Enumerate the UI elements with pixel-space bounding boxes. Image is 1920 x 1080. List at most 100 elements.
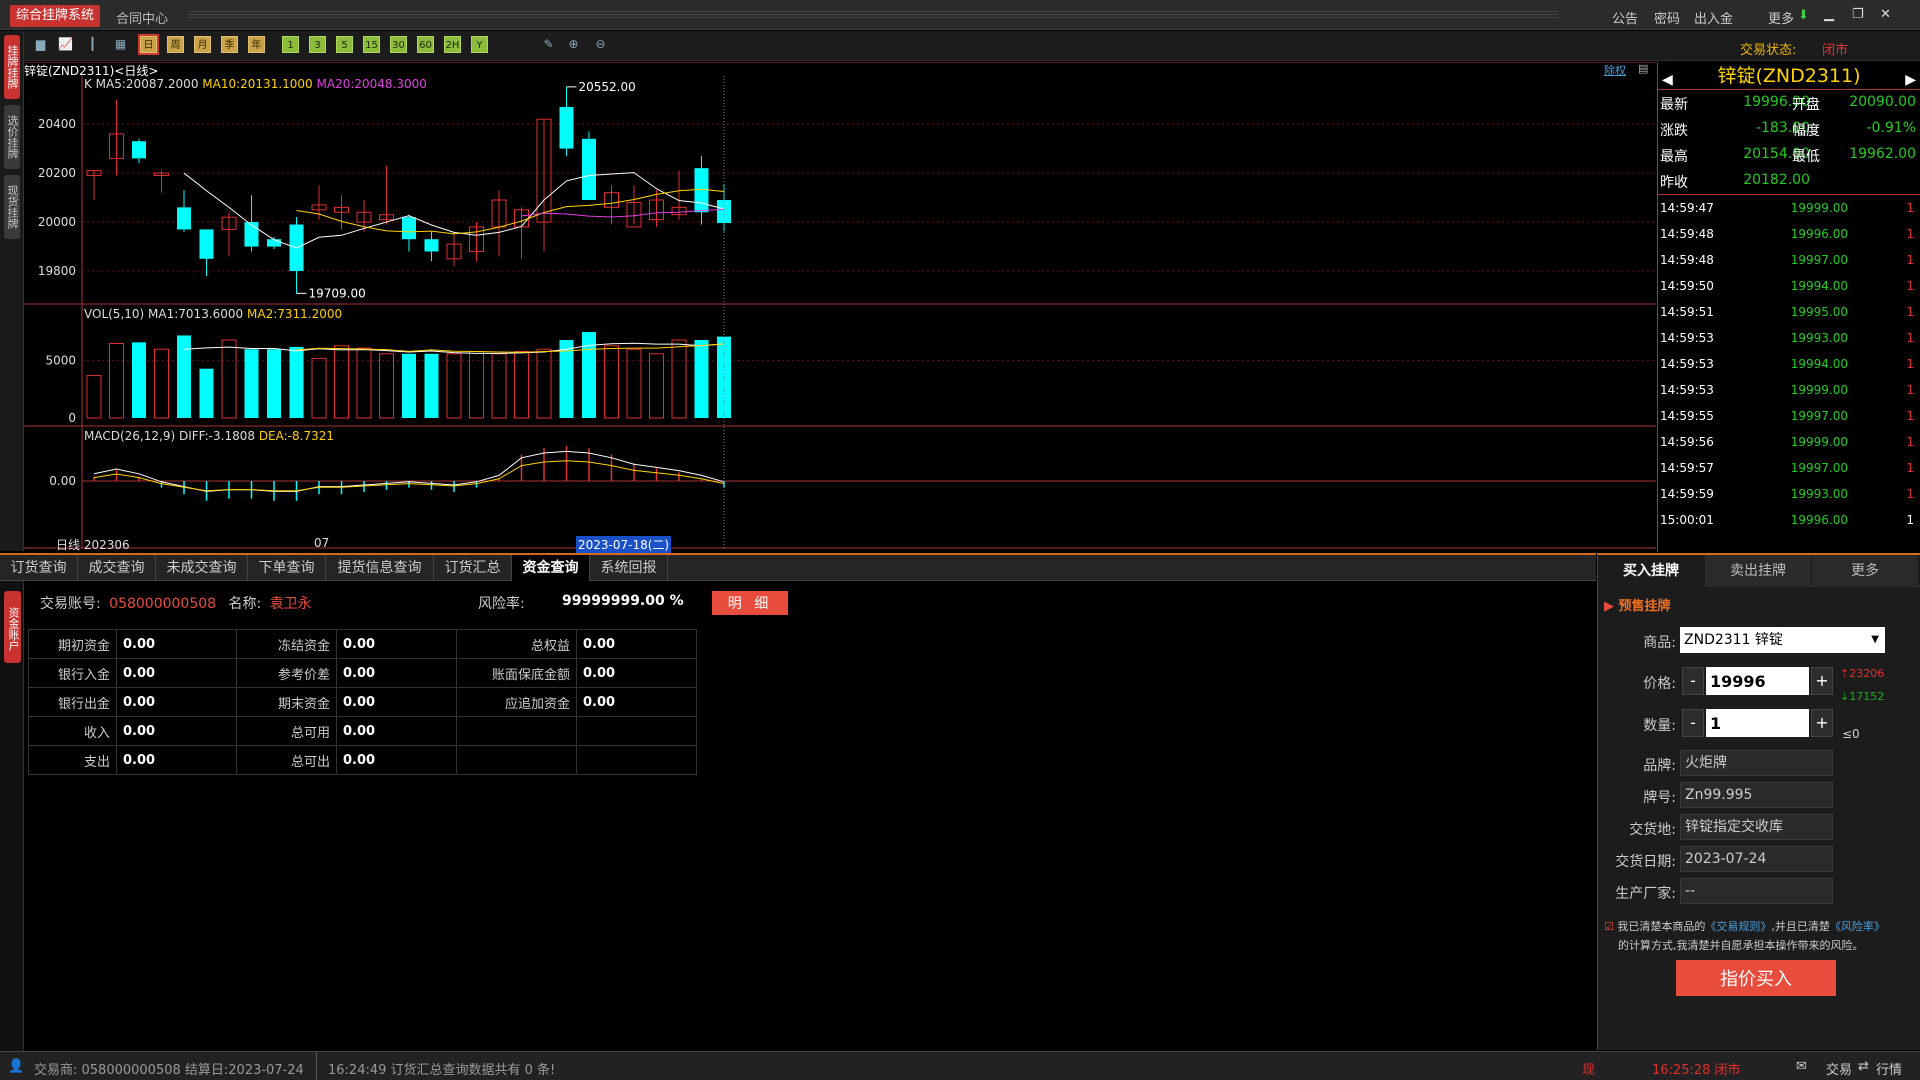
- tab-sell-listing[interactable]: 卖出挂牌: [1705, 555, 1811, 587]
- quote-summary: 最新 19996.00 开盘 20090.00 涨跌 -183.00 幅度 -0.91% 最高 2…: [1658, 90, 1920, 194]
- volume-bar: [446, 353, 462, 419]
- tick-time: 14:59:48: [1660, 253, 1714, 267]
- price-increment-button[interactable]: +: [1811, 667, 1833, 695]
- deposit-withdraw-link[interactable]: 出入金: [1694, 8, 1733, 27]
- trade-rules-link[interactable]: 《交易规则》: [1705, 920, 1771, 933]
- download-arrow-icon[interactable]: ⬇: [1798, 8, 1809, 23]
- up-arrow-icon: ⇡: [1840, 667, 1850, 680]
- query-tab[interactable]: 资金查询: [512, 555, 590, 581]
- period-day-button[interactable]: 日: [138, 34, 159, 55]
- status-quote[interactable]: 行情: [1876, 1059, 1902, 1078]
- fund-value: 0.00: [336, 716, 457, 746]
- fund-label: 冻结资金: [236, 629, 337, 659]
- tick-time: 14:59:53: [1660, 331, 1714, 345]
- minimize-icon[interactable]: ▁: [1824, 7, 1834, 22]
- volume-bar: [109, 342, 124, 419]
- query-tab[interactable]: 成交查询: [78, 555, 156, 581]
- qty-increment-button[interactable]: +: [1811, 709, 1833, 737]
- min-5-button[interactable]: 5: [336, 36, 353, 53]
- chart-area[interactable]: 20400 20200 20000 19800 20552.00 19709.00 5000…: [24, 62, 1656, 553]
- status-trade[interactable]: 交易: [1826, 1059, 1852, 1078]
- query-tab[interactable]: 提货信息查询: [326, 555, 434, 581]
- y-button[interactable]: Y: [471, 36, 488, 53]
- price-input[interactable]: [1706, 667, 1809, 695]
- risk-rate-link[interactable]: 《风险率》: [1830, 920, 1885, 933]
- ex-rights-link[interactable]: 除权: [1604, 62, 1626, 78]
- notice-link[interactable]: 公告: [1612, 8, 1638, 27]
- query-tab[interactable]: 未成交查询: [156, 555, 248, 581]
- checkbox-checked-icon[interactable]: ☑: [1604, 920, 1614, 933]
- detail-button[interactable]: 明 细: [712, 591, 788, 615]
- tick-row: 15:00:01 19996.00 1: [1658, 507, 1920, 533]
- bar-chart-icon[interactable]: ▆: [32, 36, 49, 53]
- calendar-icon[interactable]: ▦: [112, 36, 129, 53]
- vtab-price-listing[interactable]: 选价挂牌: [4, 105, 20, 169]
- period-season-button[interactable]: 季: [221, 36, 238, 53]
- period-year-button[interactable]: 年: [248, 36, 265, 53]
- fund-value: 0.00: [576, 658, 697, 688]
- title-drag-area[interactable]: [188, 11, 1558, 18]
- volume-bar: [626, 348, 642, 419]
- mail-icon[interactable]: ✉: [1796, 1059, 1807, 1074]
- volume-bar: [311, 357, 327, 419]
- place-label: 交货地:: [1629, 822, 1676, 838]
- min-30-button[interactable]: 30: [390, 36, 407, 53]
- edit-icon[interactable]: ✎: [540, 36, 557, 53]
- query-tab[interactable]: 下单查询: [248, 555, 326, 581]
- query-tab[interactable]: 订货汇总: [434, 555, 512, 581]
- query-tab[interactable]: 系统回报: [590, 555, 668, 581]
- risk-value: 99999999.00 %: [562, 593, 684, 609]
- zoom-in-icon[interactable]: ⊕: [565, 36, 582, 53]
- layout-icon[interactable]: ▤: [1638, 62, 1648, 75]
- line-chart-icon[interactable]: 📈: [57, 36, 74, 53]
- limit-buy-button[interactable]: 指价买入: [1676, 960, 1836, 996]
- query-tab[interactable]: 订货查询: [0, 555, 78, 581]
- macd-dea-label: DEA:-8.7321: [258, 429, 334, 443]
- tick-row: 14:59:47 19999.00 1: [1658, 195, 1920, 221]
- y-tick-label: 20000: [38, 215, 76, 229]
- qty-input[interactable]: [1706, 709, 1809, 737]
- query-area: 订货查询 成交查询 未成交查询 下单查询 提货信息查询 订货汇总 资金查询 系统回报 资金账户…: [0, 553, 1596, 1051]
- min-60-button[interactable]: 60: [417, 36, 434, 53]
- zoom-out-icon[interactable]: ⊖: [592, 36, 609, 53]
- tab-more[interactable]: 更多: [1812, 555, 1918, 587]
- candle-body: [199, 229, 214, 259]
- restore-icon[interactable]: ❐: [1852, 7, 1864, 22]
- candle-icon[interactable]: ┃: [84, 36, 101, 53]
- period-month-button[interactable]: 月: [194, 36, 211, 53]
- quote-row: 最新 19996.00 开盘 20090.00: [1658, 90, 1920, 116]
- period-week-button[interactable]: 周: [167, 36, 184, 53]
- min-15-button[interactable]: 15: [363, 36, 380, 53]
- tick-volume: 1: [1906, 279, 1914, 293]
- kline-title: K MA5:20087.2000 MA10:20131.1000 MA20:20…: [84, 77, 427, 91]
- query-tabs: 订货查询 成交查询 未成交查询 下单查询 提货信息查询 订货汇总 资金查询 系统回报: [0, 555, 1596, 581]
- account-number: 058000000508: [109, 596, 217, 612]
- close-icon[interactable]: ✕: [1880, 7, 1891, 22]
- product-select[interactable]: ZND2311 锌锭 ▼: [1680, 627, 1885, 653]
- vol-tick-label: 5000: [45, 354, 76, 368]
- hour-2-button[interactable]: 2H: [444, 36, 461, 53]
- vtab-listing[interactable]: 挂牌挂牌: [4, 35, 20, 99]
- side-tab-fund-account[interactable]: 资金账户: [4, 591, 21, 663]
- min-3-button[interactable]: 3: [309, 36, 326, 53]
- tick-list[interactable]: 14:59:47 19999.00 1 14:59:48 19996.00 1 14:59:…: [1658, 194, 1920, 533]
- app-title[interactable]: 综合挂牌系统: [10, 5, 101, 27]
- kline-ma10-label: MA10:20131.1000: [202, 77, 313, 91]
- swap-icon[interactable]: ⇄: [1858, 1059, 1869, 1074]
- more-link[interactable]: 更多: [1768, 8, 1794, 27]
- min-1-button[interactable]: 1: [282, 36, 299, 53]
- contract-center-tab[interactable]: 合同中心: [116, 8, 168, 27]
- macd-title: MACD(26,12,9) DIFF:-3.1808 DEA:-8.7321: [84, 429, 334, 443]
- tick-volume: 1: [1906, 409, 1914, 423]
- limit-up: ⇡23206: [1840, 667, 1884, 680]
- qty-decrement-button[interactable]: -: [1682, 709, 1704, 737]
- volume-bar: [334, 345, 349, 419]
- tick-time: 14:59:50: [1660, 279, 1714, 293]
- tab-buy-listing[interactable]: 买入挂牌: [1598, 555, 1704, 587]
- price-decrement-button[interactable]: -: [1682, 667, 1704, 695]
- volume-bar: [424, 353, 439, 418]
- name-label: 名称:: [228, 596, 262, 612]
- vtab-spot-listing[interactable]: 现货挂牌: [4, 175, 20, 239]
- limit-down-value: 17152: [1849, 690, 1885, 703]
- password-link[interactable]: 密码: [1654, 8, 1680, 27]
